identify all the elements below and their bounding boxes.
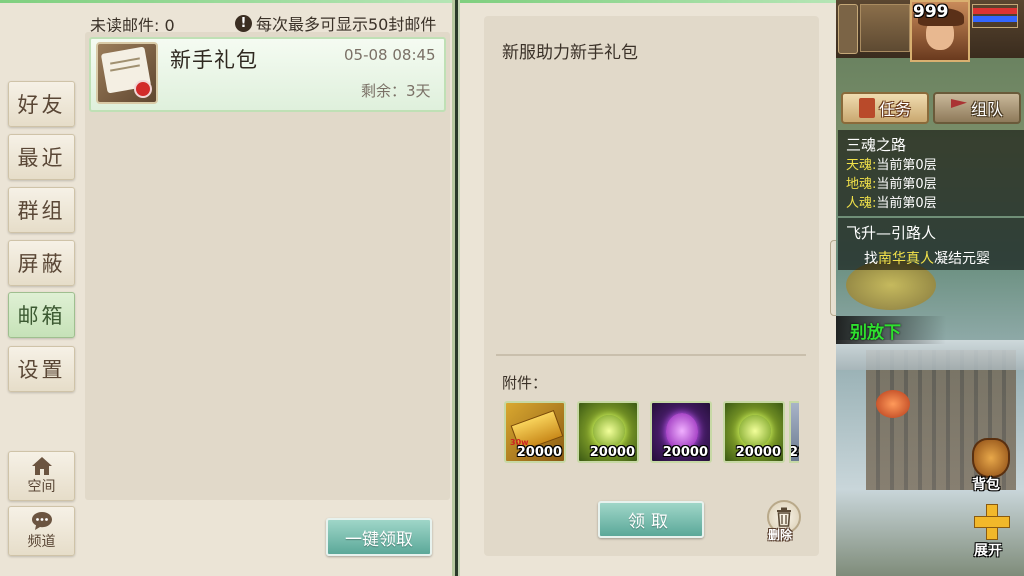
backpack-label: 背包 [972, 477, 1000, 493]
nav-recent[interactable]: 最近 [8, 134, 75, 180]
quest-1-line-3: 人魂:当前第0层 [846, 196, 937, 211]
attachment-count-1: 20000 [516, 445, 562, 460]
nav-channel-label: 频道 [27, 534, 56, 550]
attachments-label: 附件： [502, 374, 548, 392]
quest-2-title: 飞升—引路人 [846, 224, 937, 242]
quest-tracker-2[interactable]: 飞升—引路人 找南华真人凝结元婴 [838, 218, 1024, 270]
backpack-button[interactable]: 背包 [962, 436, 1020, 494]
bag-icon [972, 438, 1010, 478]
nav-blocked[interactable]: 屏蔽 [8, 240, 75, 286]
nav-space-label: 空间 [27, 479, 56, 495]
nav-mailbox[interactable]: 邮箱 [8, 292, 75, 338]
nav-space-button[interactable]: 空间 [8, 451, 75, 501]
quest-1-title: 三魂之路 [846, 136, 907, 154]
delete-label: 删除 [768, 528, 793, 542]
nav-friends[interactable]: 好友 [8, 81, 75, 127]
team-tab[interactable]: 组队 [933, 92, 1021, 124]
claim-button[interactable]: 领取 [598, 501, 704, 538]
flag-icon [950, 99, 967, 108]
expand-label: 展开 [974, 543, 1002, 559]
nav-settings[interactable]: 设置 [8, 346, 75, 392]
house-icon [31, 457, 52, 475]
attachment-slot-2[interactable]: 20000 [577, 401, 639, 463]
scene-banner: 别放下 [836, 316, 946, 344]
attachment-slot-4[interactable]: 20000 [723, 401, 785, 463]
attachment-slot-overflow[interactable]: 2000 [789, 401, 799, 463]
chat-bubble-icon [31, 512, 52, 530]
attachment-slot-3[interactable]: 20000 [650, 401, 712, 463]
mail-content-box [484, 16, 819, 556]
quest-1-line-2: 地魂:当前第0层 [846, 177, 937, 192]
hud-exp-bar [860, 4, 910, 52]
scroll-icon [858, 98, 875, 118]
claim-all-button[interactable]: 一键领取 [326, 518, 432, 556]
mail-item-title: 新手礼包 [170, 48, 258, 72]
mail-letter-icon [96, 42, 158, 104]
hud-buff-slot[interactable] [838, 4, 858, 54]
green-orb-icon [739, 415, 771, 447]
mail-item-remaining: 剩余：3天 [361, 82, 431, 100]
attachment-slot-1[interactable]: 30w 20000 [504, 401, 566, 463]
attachment-count-2: 20000 [589, 445, 635, 460]
attachment-count-4: 20000 [735, 445, 781, 460]
purple-soul-icon [666, 413, 698, 449]
trash-icon [777, 507, 791, 527]
quest-1-line-1: 天魂:当前第0层 [846, 158, 937, 173]
player-level: 999 [913, 2, 949, 22]
green-orb-icon [593, 415, 625, 447]
hp-mp-bars [972, 4, 1018, 28]
nav-channel-button[interactable]: 频道 [8, 506, 75, 556]
attachment-count-3: 20000 [662, 445, 708, 460]
nav-groups[interactable]: 群组 [8, 187, 75, 233]
scene-banner-text: 别放下 [850, 323, 901, 343]
task-tab[interactable]: 任务 [841, 92, 929, 124]
exclamation-icon: ! [235, 14, 252, 32]
expand-button[interactable]: 展开 [962, 502, 1020, 560]
team-tab-label: 组队 [970, 100, 1003, 119]
task-tab-label: 任务 [878, 100, 911, 119]
quest-2-line: 找南华真人凝结元婴 [864, 251, 990, 267]
attachment-count-overflow: 2000 [789, 445, 799, 460]
content-divider [496, 354, 806, 356]
mail-subject: 新服助力新手礼包 [502, 43, 638, 63]
plus-icon [974, 504, 1010, 540]
mail-item-date: 05-08 08:45 [344, 46, 436, 64]
quest-tracker-1[interactable]: 三魂之路 天魂:当前第0层 地魂:当前第0层 人魂:当前第0层 [838, 130, 1024, 216]
